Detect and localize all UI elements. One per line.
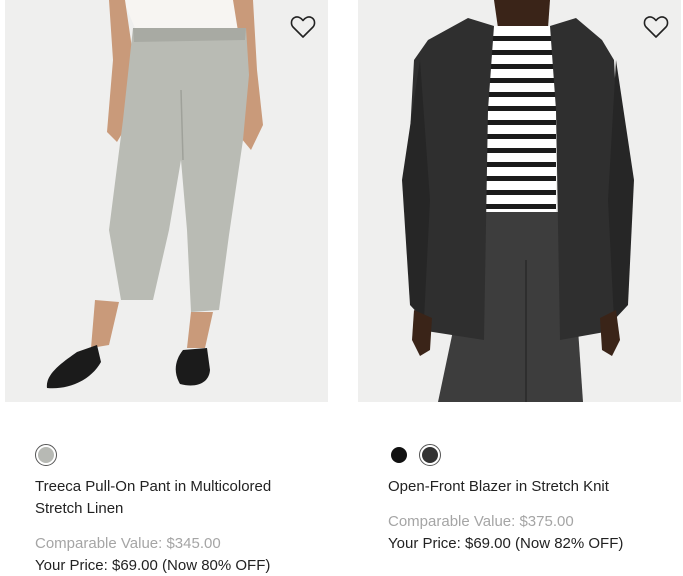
sale-price: Your Price: $69.00 (Now 82% OFF) <box>388 535 624 552</box>
product-name[interactable]: Treeca Pull-On Pant in Multicolored Stre… <box>35 476 305 520</box>
product-card[interactable]: Treeca Pull-On Pant in Multicolored Stre… <box>5 0 328 574</box>
product-image[interactable] <box>358 0 681 402</box>
color-swatches <box>388 443 441 467</box>
wishlist-heart-icon[interactable] <box>290 15 316 39</box>
swatch-charcoal[interactable] <box>419 444 441 466</box>
product-image[interactable] <box>5 0 328 402</box>
color-swatches <box>35 443 57 467</box>
blazer-photo <box>358 0 681 402</box>
product-card[interactable]: Open-Front Blazer in Stretch Knit Compar… <box>358 0 681 552</box>
swatch-multicolor[interactable] <box>35 444 57 466</box>
sale-price: Your Price: $69.00 (Now 80% OFF) <box>35 557 271 574</box>
pant-photo <box>5 0 328 402</box>
swatch-black[interactable] <box>388 444 410 466</box>
comparable-value: Comparable Value: $375.00 <box>388 513 574 530</box>
product-name[interactable]: Open-Front Blazer in Stretch Knit <box>388 476 658 498</box>
comparable-value: Comparable Value: $345.00 <box>35 535 221 552</box>
wishlist-heart-icon[interactable] <box>643 15 669 39</box>
